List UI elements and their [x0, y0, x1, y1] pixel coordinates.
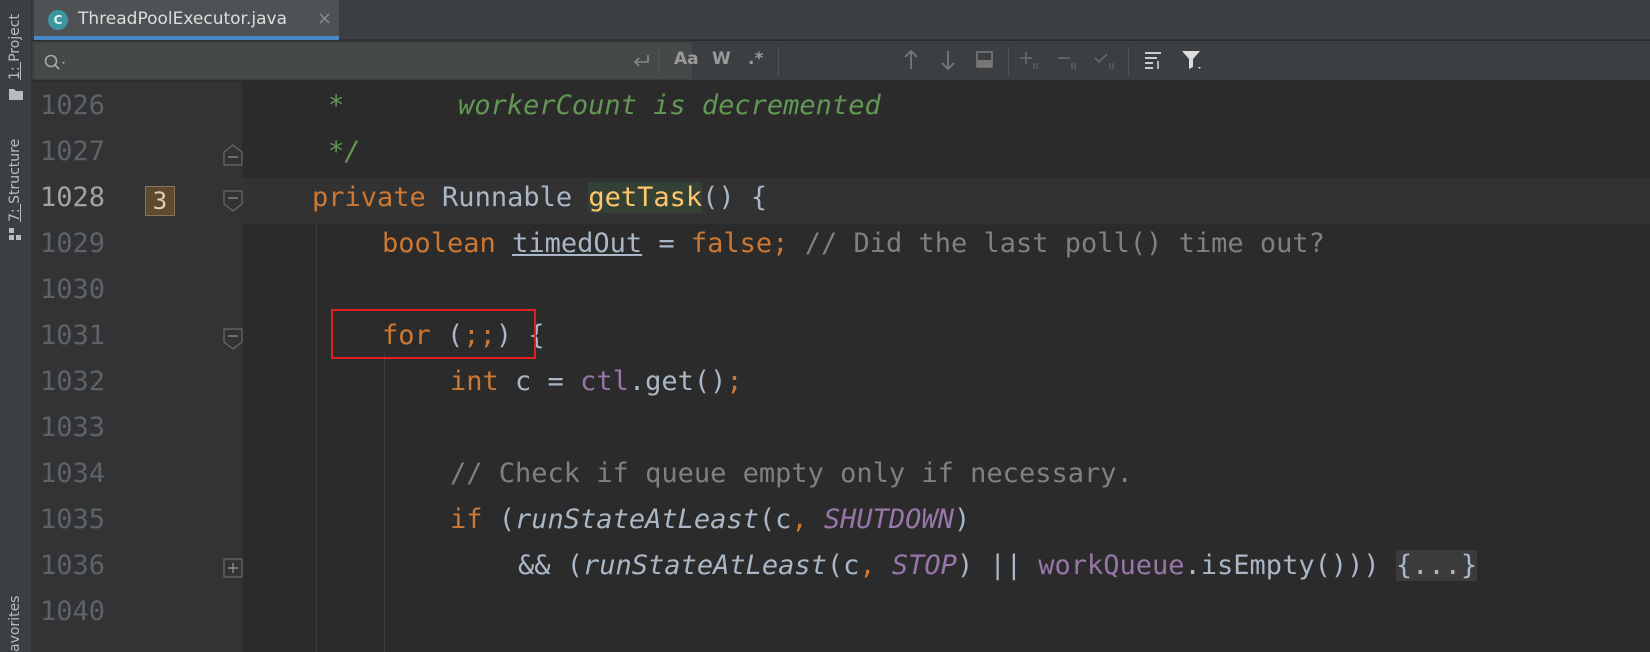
code-line: 1033 — [32, 408, 1650, 454]
structure-icon — [9, 228, 21, 240]
fold-expand-icon[interactable] — [223, 557, 243, 579]
line-number: 1034 — [40, 458, 106, 489]
search-input[interactable] — [34, 43, 692, 79]
line-number: 1040 — [40, 596, 106, 627]
words-button[interactable]: W — [712, 49, 731, 69]
left-tool-strip: 1: Project 7: Structure avorites — [0, 0, 32, 652]
filter-search-results-icon[interactable] — [1143, 49, 1165, 71]
fold-collapse-icon[interactable] — [223, 328, 243, 350]
folder-icon — [9, 89, 23, 100]
filter-icon[interactable] — [1181, 49, 1205, 73]
close-icon[interactable]: × — [317, 8, 332, 29]
line-number: 1027 — [40, 136, 106, 167]
structure-tool-button[interactable]: 7: Structure — [7, 139, 23, 222]
code-text: int c = ctl.get(); — [450, 366, 743, 397]
code-line: 1031 for (;;) { — [32, 316, 1650, 362]
separator — [1008, 47, 1009, 75]
select-occurrences-icon[interactable] — [1093, 49, 1119, 71]
code-line: 1027 */ — [32, 132, 1650, 178]
arrow-up-icon[interactable] — [902, 49, 920, 71]
code-line: 1035 if (runStateAtLeast(c, SHUTDOWN) — [32, 500, 1650, 546]
code-line: 1029 boolean timedOut = false; // Did th… — [32, 224, 1650, 270]
project-tool-button[interactable]: 1: Project — [7, 14, 23, 80]
line-number: 1033 — [40, 412, 106, 443]
regex-button[interactable]: .* — [748, 49, 763, 69]
code-line: 1036 && (runStateAtLeast(c, STOP) || wor… — [32, 546, 1650, 592]
separator — [778, 47, 779, 75]
code-line: 1028 private Runnable getTask() { — [32, 178, 1650, 224]
new-line-icon[interactable] — [632, 53, 652, 71]
editor-tab-threadpoolexecutor[interactable]: C ThreadPoolExecutor.java × — [34, 0, 339, 40]
code-text: * workerCount is decremented — [328, 90, 881, 121]
line-number: 1028 — [40, 182, 106, 213]
match-case-button[interactable]: Aa — [674, 49, 699, 69]
line-number: 1031 — [40, 320, 106, 351]
fold-end-icon[interactable] — [223, 144, 243, 166]
code-text: && (runStateAtLeast(c, STOP) || workQueu… — [518, 550, 1478, 581]
code-text: // Check if queue empty only if necessar… — [450, 458, 1133, 489]
line-number: 1029 — [40, 228, 106, 259]
folded-region[interactable]: {...} — [1395, 550, 1478, 581]
line-number: 1030 — [40, 274, 106, 305]
code-editor[interactable]: 1026 * workerCount is decremented 1027 *… — [32, 82, 1650, 652]
arrow-down-icon[interactable] — [939, 49, 957, 71]
select-all-occurrences-icon[interactable] — [975, 49, 995, 71]
annotation-highlight-box — [331, 309, 536, 359]
code-line: 1040 — [32, 592, 1650, 638]
line-number: 1035 — [40, 504, 106, 535]
line-number: 1026 — [40, 90, 106, 121]
code-text: boolean timedOut = false; // Did the las… — [382, 228, 1325, 259]
code-text: if (runStateAtLeast(c, SHUTDOWN) — [450, 504, 971, 535]
add-occurrence-icon[interactable] — [1019, 49, 1043, 71]
code-line: 1034 // Check if queue empty only if nec… — [32, 454, 1650, 500]
line-number: 1032 — [40, 366, 106, 397]
search-icon[interactable] — [44, 54, 68, 72]
remove-occurrence-icon[interactable] — [1057, 49, 1081, 71]
separator — [658, 47, 659, 75]
usage-count-badge[interactable]: 3 — [145, 186, 175, 216]
fold-collapse-icon[interactable] — [223, 190, 243, 212]
editor-tab-bar: C ThreadPoolExecutor.java × — [32, 0, 1650, 40]
code-text: */ — [328, 136, 361, 167]
tab-title: ThreadPoolExecutor.java — [78, 9, 287, 29]
code-line: 1032 int c = ctl.get(); — [32, 362, 1650, 408]
code-line: 1030 — [32, 270, 1650, 316]
favorites-tool-button[interactable]: avorites — [7, 596, 23, 652]
line-number: 1036 — [40, 550, 106, 581]
code-text: private Runnable getTask() { — [312, 182, 768, 213]
find-bar: Aa W .* — [32, 41, 1650, 81]
code-line: 1026 * workerCount is decremented — [32, 86, 1650, 132]
java-class-icon: C — [48, 10, 68, 30]
separator — [1128, 47, 1129, 75]
